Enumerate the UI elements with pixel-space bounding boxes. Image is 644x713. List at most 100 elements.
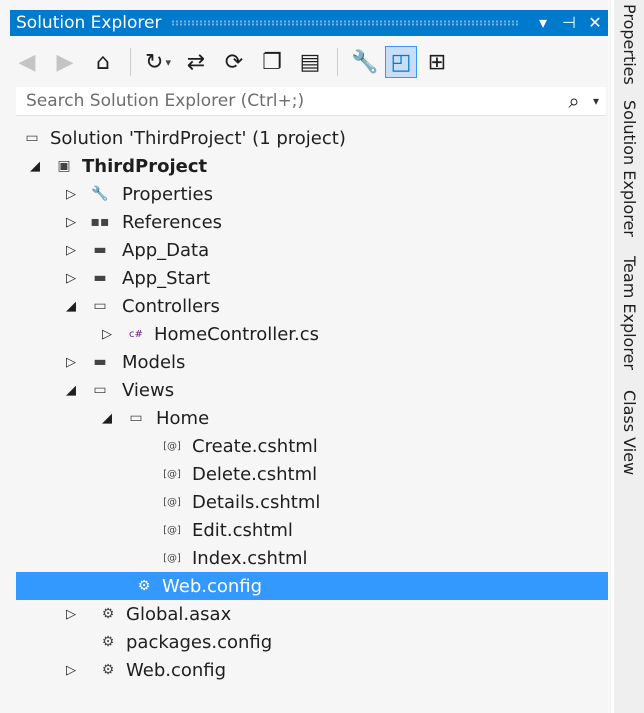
refresh-button[interactable]: ⟳ bbox=[217, 45, 251, 79]
tree-item-packages-config[interactable]: ⚙ packages.config bbox=[16, 628, 608, 656]
sync-icon: ⇄ bbox=[186, 49, 206, 75]
tree-item-label: Edit.cshtml bbox=[192, 519, 293, 541]
references-icon: ▪▪ bbox=[90, 214, 110, 230]
sync-with-active-document-button[interactable]: ⇄ bbox=[179, 45, 213, 79]
web-project-icon: ▣ bbox=[57, 158, 71, 174]
tree-item-label: Delete.cshtml bbox=[192, 463, 318, 485]
expanded-triangle-icon[interactable]: ◢ bbox=[28, 159, 42, 174]
close-icon[interactable]: ✕ bbox=[582, 10, 608, 36]
tree-item-label: Models bbox=[122, 351, 186, 373]
auto-hide-pin-icon[interactable]: ⊣ bbox=[556, 10, 582, 36]
expanded-triangle-icon[interactable]: ◢ bbox=[64, 383, 78, 398]
tree-item-edit-cshtml[interactable]: [@] Edit.cshtml bbox=[16, 516, 608, 544]
collapsed-triangle-icon[interactable]: ▷ bbox=[64, 607, 78, 622]
forward-button[interactable]: ▶ bbox=[48, 45, 82, 79]
folder-icon: ▬ bbox=[93, 242, 107, 258]
tree-item-label: HomeController.cs bbox=[154, 323, 320, 345]
razor-file-icon: [@] bbox=[163, 440, 181, 452]
open-folder-icon: ▭ bbox=[93, 382, 107, 398]
properties-button[interactable]: 🔧 bbox=[348, 45, 382, 79]
collapsed-triangle-icon[interactable]: ▷ bbox=[64, 187, 78, 202]
tree-item-controllers[interactable]: ◢ ▭ Controllers bbox=[16, 292, 608, 320]
tree-item-views[interactable]: ◢ ▭ Views bbox=[16, 376, 608, 404]
tab-properties[interactable]: Properties bbox=[620, 4, 639, 85]
config-file-icon: ⚙ bbox=[101, 662, 115, 678]
tree-item-label: Solution 'ThirdProject' (1 project) bbox=[50, 127, 346, 149]
chevron-down-icon[interactable]: ▾ bbox=[165, 56, 171, 69]
back-button[interactable]: ◀ bbox=[10, 45, 44, 79]
toolbar-separator bbox=[130, 48, 131, 76]
tree-item-app-start[interactable]: ▷ ▬ App_Start bbox=[16, 264, 608, 292]
tree-item-app-data[interactable]: ▷ ▬ App_Data bbox=[16, 236, 608, 264]
tree-item-label: References bbox=[122, 211, 223, 233]
toolbar: ◀ ▶ ⌂ ↻ ▾ ⇄ ⟳ ❐ ▤ 🔧 ◰ ⊞ bbox=[10, 40, 608, 84]
collapsed-triangle-icon[interactable]: ▷ bbox=[64, 243, 78, 258]
tree-item-create-cshtml[interactable]: [@] Create.cshtml bbox=[16, 432, 608, 460]
collapsed-triangle-icon[interactable]: ▷ bbox=[64, 215, 78, 230]
search-box: ⌕ ▾ bbox=[16, 87, 606, 116]
tree-item-root-web-config[interactable]: ▷ ⚙ Web.config bbox=[16, 656, 608, 684]
tree-item-views-web-config[interactable]: ⚙ Web.config bbox=[16, 572, 608, 600]
collapsed-triangle-icon[interactable]: ▷ bbox=[100, 327, 114, 342]
drag-grip[interactable] bbox=[171, 20, 520, 26]
tree-item-label: Details.cshtml bbox=[192, 491, 321, 513]
tree-item-home-folder[interactable]: ◢ ▭ Home bbox=[16, 404, 608, 432]
tree-item-label: Web.config bbox=[126, 659, 227, 681]
preview-icon: ◰ bbox=[390, 49, 412, 75]
expanded-triangle-icon[interactable]: ◢ bbox=[100, 411, 114, 426]
tree-item-homecontroller[interactable]: ▷ c# HomeController.cs bbox=[16, 320, 608, 348]
folder-icon: ▬ bbox=[93, 270, 107, 286]
tree-item-label: Create.cshtml bbox=[192, 435, 318, 457]
collapse-all-button[interactable]: ❐ bbox=[255, 45, 289, 79]
solution-explorer-panel: Solution Explorer ▾ ⊣ ✕ ◀ ▶ ⌂ ↻ ▾ ⇄ ⟳ ❐ … bbox=[0, 0, 611, 713]
tab-team-explorer[interactable]: Team Explorer bbox=[620, 256, 639, 370]
tab-class-view[interactable]: Class View bbox=[620, 390, 639, 475]
tree-item-label: Views bbox=[122, 379, 175, 401]
home-button[interactable]: ⌂ bbox=[86, 45, 120, 79]
side-tab-strip: Properties Solution Explorer Team Explor… bbox=[614, 0, 644, 713]
tree-item-label: Properties bbox=[122, 183, 213, 205]
show-all-files-icon: ▤ bbox=[299, 49, 321, 75]
class-diagram-icon: ⊞ bbox=[427, 49, 447, 75]
preview-selected-items-button[interactable]: ◰ bbox=[385, 46, 417, 78]
tree-item-project[interactable]: ◢ ▣ ThirdProject bbox=[16, 152, 608, 180]
tab-solution-explorer[interactable]: Solution Explorer bbox=[620, 100, 639, 237]
tree-item-global-asax[interactable]: ▷ ⚙ Global.asax bbox=[16, 600, 608, 628]
tree-item-label: Controllers bbox=[122, 295, 220, 317]
wrench-icon: 🔧 bbox=[351, 49, 379, 75]
solution-icon: ▭ bbox=[25, 130, 39, 146]
search-icon[interactable]: ⌕ bbox=[562, 89, 586, 113]
expanded-triangle-icon[interactable]: ◢ bbox=[64, 299, 78, 314]
title-bar: Solution Explorer ▾ ⊣ ✕ bbox=[10, 10, 608, 36]
csharp-file-icon: c# bbox=[129, 328, 143, 340]
tree-item-label: Web.config bbox=[162, 575, 263, 597]
panel-title: Solution Explorer bbox=[16, 13, 162, 33]
back-icon: ◀ bbox=[18, 49, 36, 75]
forward-icon: ▶ bbox=[56, 49, 74, 75]
collapsed-triangle-icon[interactable]: ▷ bbox=[64, 355, 78, 370]
search-options-chevron-down-icon[interactable]: ▾ bbox=[586, 94, 606, 108]
tree-item-references[interactable]: ▷ ▪▪ References bbox=[16, 208, 608, 236]
tree-item-delete-cshtml[interactable]: [@] Delete.cshtml bbox=[16, 460, 608, 488]
home-icon: ⌂ bbox=[96, 49, 110, 75]
refresh-icon: ⟳ bbox=[224, 49, 244, 75]
tree-item-index-cshtml[interactable]: [@] Index.cshtml bbox=[16, 544, 608, 572]
collapsed-triangle-icon[interactable]: ▷ bbox=[64, 271, 78, 286]
razor-file-icon: [@] bbox=[163, 468, 181, 480]
tree-item-properties[interactable]: ▷ 🔧 Properties bbox=[16, 180, 608, 208]
folder-icon: ▬ bbox=[93, 354, 107, 370]
tree-item-details-cshtml[interactable]: [@] Details.cshtml bbox=[16, 488, 608, 516]
view-class-diagram-button[interactable]: ⊞ bbox=[420, 45, 454, 79]
tree-item-label: ThirdProject bbox=[82, 155, 208, 177]
show-all-files-button[interactable]: ▤ bbox=[293, 45, 327, 79]
config-file-icon: ⚙ bbox=[137, 578, 151, 594]
search-input[interactable] bbox=[16, 90, 562, 112]
tree-item-label: App_Start bbox=[122, 267, 211, 289]
tree-item-models[interactable]: ▷ ▬ Models bbox=[16, 348, 608, 376]
tree-item-label: packages.config bbox=[126, 631, 273, 653]
tree-item-label: Home bbox=[156, 407, 210, 429]
pending-changes-filter-button[interactable]: ↻ ▾ bbox=[141, 45, 175, 79]
tree-item-solution[interactable]: ▭ Solution 'ThirdProject' (1 project) bbox=[16, 124, 608, 152]
collapsed-triangle-icon[interactable]: ▷ bbox=[64, 663, 78, 678]
window-position-dropdown-icon[interactable]: ▾ bbox=[530, 10, 556, 36]
